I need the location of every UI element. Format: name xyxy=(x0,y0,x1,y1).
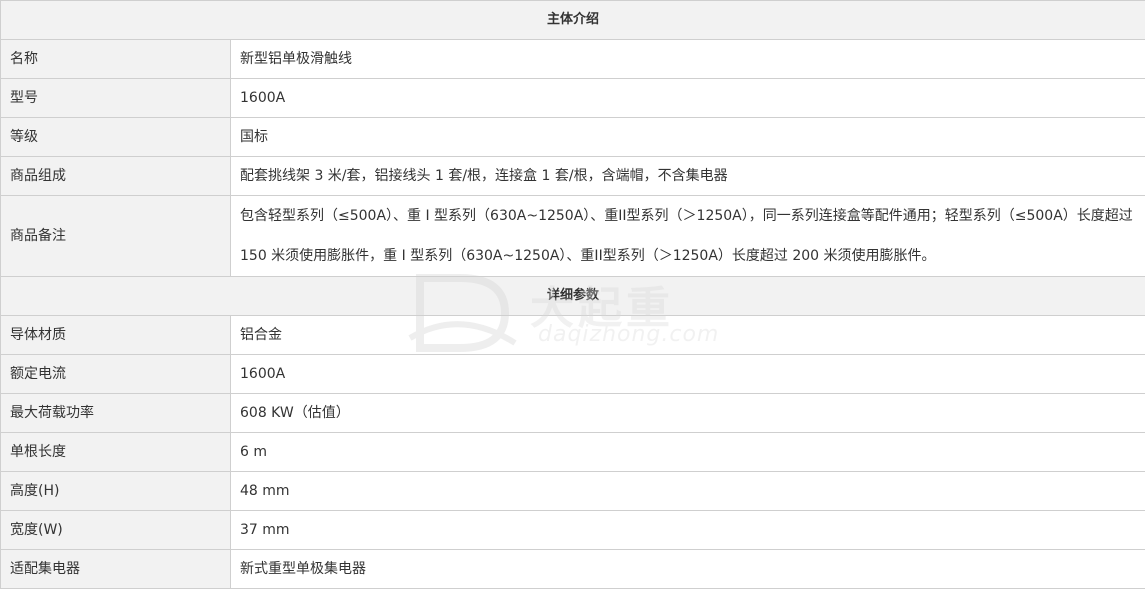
table-row: 最大荷载功率 608 KW（估值） xyxy=(0,393,1145,433)
row-label: 导体材质 xyxy=(0,315,231,355)
table-row: 宽度(W) 37 mm xyxy=(0,510,1145,550)
table-row: 额定电流 1600A xyxy=(0,354,1145,394)
row-value: 48 mm xyxy=(229,471,1145,511)
row-label: 宽度(W) xyxy=(0,510,231,550)
row-value: 铝合金 xyxy=(229,315,1145,355)
row-label: 单根长度 xyxy=(0,432,231,472)
table-row: 商品组成 配套挑线架 3 米/套，铝接线头 1 套/根，连接盒 1 套/根，含端… xyxy=(0,156,1145,196)
section-header-intro: 主体介绍 xyxy=(0,0,1145,40)
table-row: 商品备注 包含轻型系列（≤500A）、重 I 型系列（630A~1250A）、重… xyxy=(0,195,1145,277)
spec-table: 主体介绍 名称 新型铝单极滑触线 型号 1600A 等级 国标 商品组成 配套挑… xyxy=(0,0,1145,589)
section-header-detail: 详细参数 xyxy=(0,276,1145,316)
row-value: 新型铝单极滑触线 xyxy=(229,39,1145,79)
row-label: 名称 xyxy=(0,39,231,79)
row-value: 1600A xyxy=(229,78,1145,118)
row-value: 608 KW（估值） xyxy=(229,393,1145,433)
row-label: 适配集电器 xyxy=(0,549,231,589)
row-label: 等级 xyxy=(0,117,231,157)
table-row: 导体材质 铝合金 xyxy=(0,315,1145,355)
table-row: 单根长度 6 m xyxy=(0,432,1145,472)
row-label: 商品组成 xyxy=(0,156,231,196)
table-row: 名称 新型铝单极滑触线 xyxy=(0,39,1145,79)
row-value: 国标 xyxy=(229,117,1145,157)
row-label: 型号 xyxy=(0,78,231,118)
row-value: 配套挑线架 3 米/套，铝接线头 1 套/根，连接盒 1 套/根，含端帽，不含集… xyxy=(229,156,1145,196)
row-label: 额定电流 xyxy=(0,354,231,394)
table-row: 等级 国标 xyxy=(0,117,1145,157)
table-row: 型号 1600A xyxy=(0,78,1145,118)
row-value: 包含轻型系列（≤500A）、重 I 型系列（630A~1250A）、重II型系列… xyxy=(229,195,1145,277)
row-value: 37 mm xyxy=(229,510,1145,550)
section-title-detail: 详细参数 xyxy=(0,276,1145,316)
row-label: 最大荷载功率 xyxy=(0,393,231,433)
row-value: 1600A xyxy=(229,354,1145,394)
row-label: 商品备注 xyxy=(0,195,231,277)
row-value: 6 m xyxy=(229,432,1145,472)
section-title-intro: 主体介绍 xyxy=(0,0,1145,40)
row-value: 新式重型单极集电器 xyxy=(229,549,1145,589)
table-row: 适配集电器 新式重型单极集电器 xyxy=(0,549,1145,589)
row-label: 高度(H) xyxy=(0,471,231,511)
table-row: 高度(H) 48 mm xyxy=(0,471,1145,511)
